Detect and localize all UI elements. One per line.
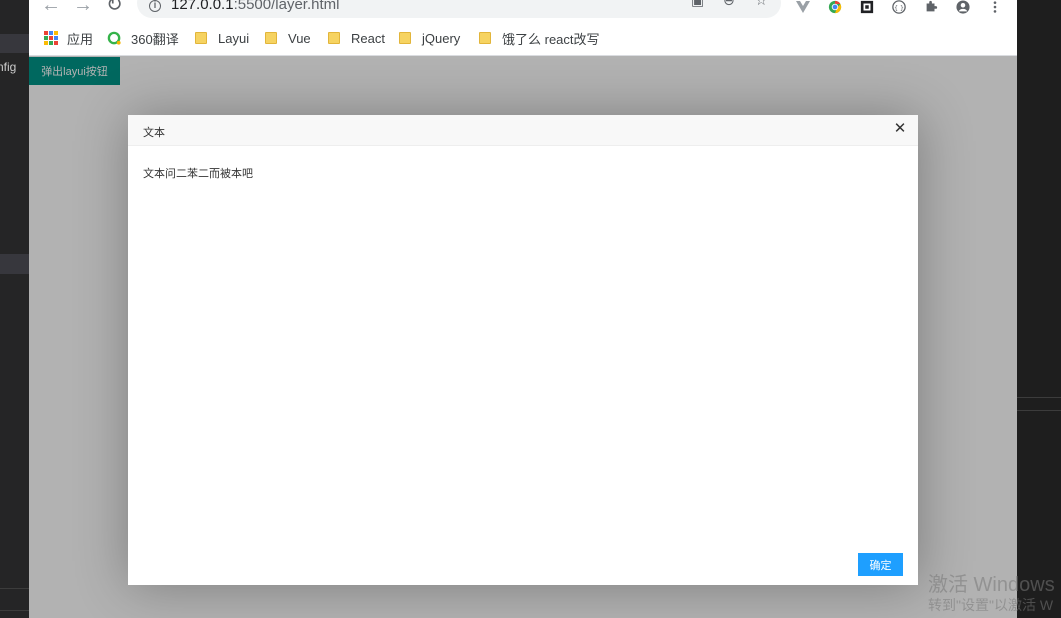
editor-file-label-2[interactable]: l: [0, 80, 26, 94]
vue-devtools-icon[interactable]: [795, 0, 811, 14]
bookmarks-bar: 应用 360翻译 Layui Vue React jQuery 饿了么 reac…: [29, 20, 1017, 56]
bookmark-star-icon[interactable]: ☆: [755, 0, 768, 7]
editor-divider-2: [0, 610, 29, 611]
360-translate-icon: [107, 31, 121, 45]
bookmark-label: 360翻译: [131, 31, 179, 47]
watermark-line-1: 激活 Windows: [928, 574, 1055, 596]
address-url[interactable]: 127.0.0.1:5500/layer.html: [171, 0, 339, 12]
folder-icon: [328, 32, 340, 44]
bookmark-label: React: [351, 30, 385, 46]
browser-toolbar: ← → ↻ i 127.0.0.1:5500/layer.html ▣ ⊖ ☆ …: [29, 0, 1017, 20]
layer-dialog: 文本 ✕ 文本问二苯二而被本吧 确定: [128, 115, 918, 585]
extensions-puzzle-icon[interactable]: [923, 0, 939, 14]
bookmark-jquery[interactable]: jQuery: [399, 29, 460, 47]
close-icon[interactable]: ✕: [892, 121, 908, 137]
json-formatter-icon[interactable]: { }: [891, 0, 907, 14]
bookmark-apps[interactable]: 应用: [44, 29, 93, 47]
folder-icon: [265, 32, 277, 44]
editor-right-divider: [1017, 397, 1061, 398]
editor-tab-band: [0, 34, 29, 53]
browser-window: ← → ↻ i 127.0.0.1:5500/layer.html ▣ ⊖ ☆ …: [29, 0, 1017, 618]
apps-grid-icon: [44, 31, 58, 45]
windows-activation-watermark: 激活 Windows 转到"设置"以激活 W: [928, 574, 1055, 614]
page-viewport: 弹出layui按钮 文本 ✕ 文本问二苯二而被本吧 确定: [29, 56, 1017, 618]
folder-icon: [479, 32, 491, 44]
editor-selected-row[interactable]: [0, 254, 29, 274]
dialog-content: 文本问二苯二而被本吧: [143, 168, 253, 180]
info-icon[interactable]: i: [149, 0, 161, 12]
watermark-line-2: 转到"设置"以激活 W: [928, 597, 1054, 613]
editor-right-divider-2: [1017, 410, 1061, 411]
more-menu-icon[interactable]: [987, 0, 1003, 14]
profile-avatar-icon[interactable]: [955, 0, 971, 14]
bookmark-label: Layui: [218, 30, 250, 46]
bookmark-360-translate[interactable]: 360翻译: [107, 29, 179, 47]
bookmark-label: 饿了么 react改写: [502, 31, 600, 47]
url-path: :5500/layer.html: [233, 0, 340, 13]
bookmark-label: Vue: [288, 30, 311, 46]
folder-icon: [195, 32, 207, 44]
dialog-title-bar[interactable]: 文本 ✕: [128, 115, 918, 146]
bookmark-vue[interactable]: Vue: [265, 29, 311, 47]
editor-divider: [0, 588, 29, 589]
chrome-extension-icon[interactable]: [827, 0, 843, 14]
bookmark-react[interactable]: React: [328, 29, 385, 47]
bookmark-layui[interactable]: Layui: [195, 29, 249, 47]
bookmark-label: jQuery: [422, 30, 461, 46]
folder-icon: [399, 32, 411, 44]
translate-icon[interactable]: ▣: [691, 0, 704, 7]
editor-file-label[interactable]: nfig: [0, 60, 26, 74]
qr-code-icon[interactable]: [859, 0, 875, 14]
editor-right-panel: [1017, 0, 1061, 618]
svg-text:{ }: { }: [894, 5, 904, 12]
editor-left-panel: nfig l: [0, 0, 29, 618]
reload-icon[interactable]: ↻: [106, 0, 123, 15]
address-bar[interactable]: i 127.0.0.1:5500/layer.html ▣ ⊖ ☆: [137, 0, 781, 18]
url-host: 127.0.0.1: [171, 0, 234, 13]
forward-arrow-icon[interactable]: →: [73, 0, 93, 15]
dialog-title: 文本: [143, 127, 165, 139]
back-arrow-icon[interactable]: ←: [41, 0, 61, 15]
bookmark-eleme-react[interactable]: 饿了么 react改写: [479, 29, 600, 47]
zoom-icon[interactable]: ⊖: [723, 0, 735, 7]
bookmark-label: 应用: [67, 31, 94, 47]
confirm-button[interactable]: 确定: [858, 553, 903, 576]
